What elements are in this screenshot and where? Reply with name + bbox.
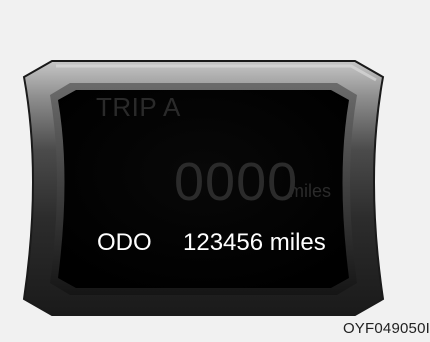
figure-code: OYF049050I bbox=[342, 320, 430, 337]
trip-a-distance-unit: miles bbox=[289, 181, 332, 201]
odometer-label: ODO bbox=[97, 229, 152, 256]
trip-a-distance-value: 0000 bbox=[174, 152, 299, 212]
trip-a-label: TRIP A bbox=[96, 92, 181, 122]
odometer-value: 123456 miles bbox=[183, 229, 326, 256]
